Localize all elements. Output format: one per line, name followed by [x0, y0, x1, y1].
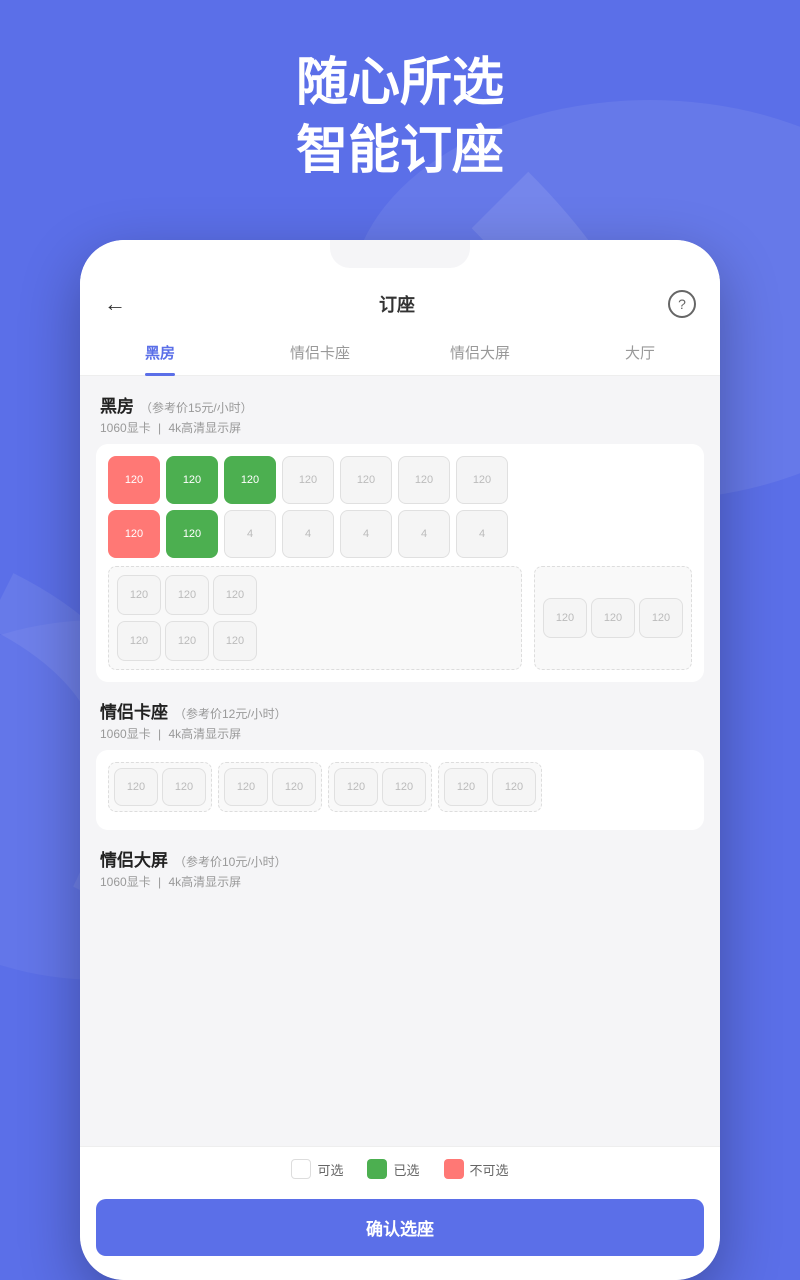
phone-mockup: ← 订座 ? 黑房 情侣卡座 情侣大屏 大厅 黑房 （参考价15元/小时） 10… — [80, 240, 720, 1280]
seat-1-3[interactable]: 120 — [224, 456, 276, 504]
seat-3-3[interactable]: 120 — [213, 575, 257, 615]
tab-bar: 黑房 情侣卡座 情侣大屏 大厅 — [80, 330, 720, 376]
seat-5-2[interactable]: 120 — [591, 598, 635, 638]
section-dapin-specs: 1060显卡 | 4k高清显示屏 — [100, 873, 700, 890]
sofa-3a[interactable]: 120 — [334, 768, 378, 806]
scroll-content: 黑房 （参考价15元/小时） 1060显卡 | 4k高清显示屏 120 120 … — [80, 376, 720, 1146]
seat-2-2[interactable]: 120 — [166, 510, 218, 558]
seat-4-2[interactable]: 120 — [165, 621, 209, 661]
section-heifang-specs: 1060显卡 | 4k高清显示屏 — [100, 419, 700, 436]
hero-line2: 智能订座 — [296, 122, 504, 180]
section-heifang-title: 黑房 — [100, 392, 134, 417]
legend-selected-label: 已选 — [393, 1160, 419, 1179]
app-content: ← 订座 ? 黑房 情侣卡座 情侣大屏 大厅 黑房 （参考价15元/小时） 10… — [80, 240, 720, 1280]
seat-1-1[interactable]: 120 — [108, 456, 160, 504]
seat-4-1[interactable]: 120 — [117, 621, 161, 661]
hero-header: 随心所选 智能订座 — [0, 50, 800, 185]
tab-dating[interactable]: 大厅 — [560, 330, 720, 375]
legend-selected: 已选 — [367, 1159, 419, 1179]
help-button[interactable]: ? — [668, 290, 696, 318]
sofa-1b[interactable]: 120 — [162, 768, 206, 806]
section-dapin-header: 情侣大屏 （参考价10元/小时） 1060显卡 | 4k高清显示屏 — [96, 846, 704, 890]
legend-unavailable: 不可选 — [444, 1159, 509, 1179]
seat-row-3a: 120 120 120 — [117, 575, 513, 615]
seat-2-5[interactable]: 4 — [340, 510, 392, 558]
seat-1-5[interactable]: 120 — [340, 456, 392, 504]
sofa-2b[interactable]: 120 — [272, 768, 316, 806]
tab-heifang[interactable]: 黑房 — [80, 330, 240, 375]
seat-row-2: 120 120 4 4 4 4 4 — [108, 510, 692, 558]
seat-2-7[interactable]: 4 — [456, 510, 508, 558]
seat-2-4[interactable]: 4 — [282, 510, 334, 558]
seat-grid-kazuo: 120 120 120 120 120 120 120 120 — [96, 750, 704, 830]
page-title: 订座 — [379, 291, 415, 317]
seat-2-6[interactable]: 4 — [398, 510, 450, 558]
sofa-3b[interactable]: 120 — [382, 768, 426, 806]
section-kazuo-header: 情侣卡座 （参考价12元/小时） 1060显卡 | 4k高清显示屏 — [96, 698, 704, 742]
section-kazuo-specs: 1060显卡 | 4k高清显示屏 — [100, 725, 700, 742]
seat-3-1[interactable]: 120 — [117, 575, 161, 615]
seat-2-1[interactable]: 120 — [108, 510, 160, 558]
seat-row-1: 120 120 120 120 120 120 120 — [108, 456, 692, 504]
section-heifang-price: （参考价15元/小时） — [140, 399, 253, 416]
sofa-2a[interactable]: 120 — [224, 768, 268, 806]
section-dapin-title: 情侣大屏 — [100, 846, 168, 871]
sofa-1a[interactable]: 120 — [114, 768, 158, 806]
seat-grid-heifang: 120 120 120 120 120 120 120 120 120 4 4 … — [96, 444, 704, 682]
sofa-row-1: 120 120 120 120 120 120 120 120 — [108, 762, 692, 812]
seat-5-3[interactable]: 120 — [639, 598, 683, 638]
seat-row-4a: 120 120 120 — [117, 621, 513, 661]
tab-qinglv-dapin[interactable]: 情侣大屏 — [400, 330, 560, 375]
sofa-4b[interactable]: 120 — [492, 768, 536, 806]
back-button[interactable]: ← — [104, 291, 126, 317]
section-dapin-price: （参考价10元/小时） — [174, 853, 287, 870]
confirm-button[interactable]: 确认选座 — [96, 1199, 704, 1256]
section-kazuo-price: （参考价12元/小时） — [174, 705, 287, 722]
seat-row-3b: 120 120 120 — [543, 598, 683, 638]
seat-2-3[interactable]: 4 — [224, 510, 276, 558]
legend-available-label: 可选 — [317, 1160, 343, 1179]
seat-1-2[interactable]: 120 — [166, 456, 218, 504]
hero-line1: 随心所选 — [296, 54, 504, 112]
seat-1-7[interactable]: 120 — [456, 456, 508, 504]
seat-5-1[interactable]: 120 — [543, 598, 587, 638]
phone-notch — [330, 240, 470, 268]
sofa-4a[interactable]: 120 — [444, 768, 488, 806]
legend-available: 可选 — [291, 1159, 343, 1179]
legend-selected-icon — [367, 1159, 387, 1179]
seat-1-6[interactable]: 120 — [398, 456, 450, 504]
legend-bar: 可选 已选 不可选 — [80, 1146, 720, 1191]
seat-3-2[interactable]: 120 — [165, 575, 209, 615]
seat-4-3[interactable]: 120 — [213, 621, 257, 661]
seat-1-4[interactable]: 120 — [282, 456, 334, 504]
legend-available-icon — [291, 1159, 311, 1179]
legend-unavailable-label: 不可选 — [470, 1160, 509, 1179]
legend-unavailable-icon — [444, 1159, 464, 1179]
section-heifang-header: 黑房 （参考价15元/小时） 1060显卡 | 4k高清显示屏 — [96, 392, 704, 436]
section-kazuo-title: 情侣卡座 — [100, 698, 168, 723]
tab-qinglv-kazuo[interactable]: 情侣卡座 — [240, 330, 400, 375]
